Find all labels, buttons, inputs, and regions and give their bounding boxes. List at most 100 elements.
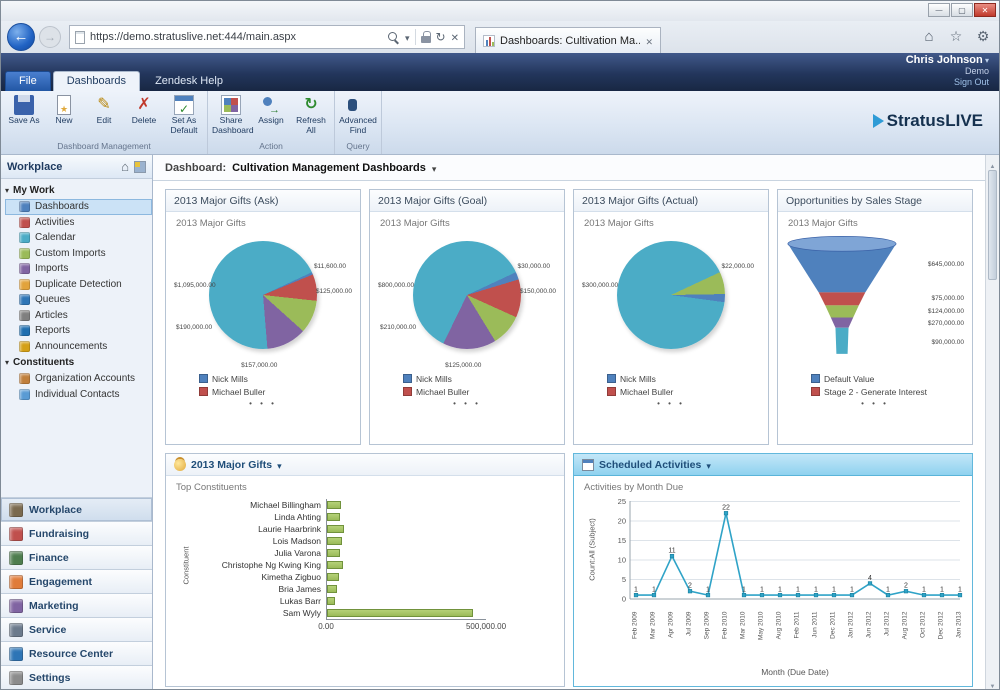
bar[interactable] <box>327 585 338 593</box>
back-button[interactable] <box>7 23 35 51</box>
bar-row: Christophe Ng Kwing King <box>186 559 558 571</box>
sidebar-item-label: Organization Accounts <box>35 373 136 385</box>
sidebar-item-reports[interactable]: Reports <box>5 323 152 339</box>
legend-item: Nick Mills <box>403 372 531 385</box>
sidebar-item-imports[interactable]: Imports <box>5 261 152 277</box>
pie-chart[interactable] <box>209 241 317 349</box>
tools-gear-icon[interactable] <box>975 28 991 45</box>
scrollbar-track[interactable] <box>986 281 999 675</box>
save-as-button[interactable]: Save As <box>4 93 44 128</box>
bar[interactable] <box>327 525 344 533</box>
share-dashboard-button[interactable]: Share Dashboard <box>211 93 254 138</box>
window-close-button[interactable] <box>974 3 996 17</box>
chevron-down-icon[interactable] <box>405 28 410 46</box>
card-title: Opportunities by Sales Stage <box>786 194 922 207</box>
sidebar-item-organization-accounts[interactable]: Organization Accounts <box>5 371 152 387</box>
funnel-chart-area[interactable]: $645,000.00 $75,000.00 $124,000.00 $270,000… <box>784 229 966 369</box>
sidebar-item-announcements[interactable]: Announcements <box>5 339 152 355</box>
card-header: 2013 Major Gifts (Actual) <box>574 190 768 212</box>
card-header-dropdown[interactable]: Scheduled Activities <box>574 454 972 476</box>
card-title: Scheduled Activities <box>599 458 702 471</box>
nav-item-workplace[interactable]: Workplace <box>1 497 152 521</box>
bar-chart-area[interactable]: Constituent Michael Billingham Linda Ahti… <box>182 499 558 632</box>
ribbon-tab-dashboards[interactable]: Dashboards <box>52 71 141 91</box>
forward-button[interactable] <box>39 26 61 48</box>
nav-item-label: Engagement <box>29 575 93 588</box>
sign-out-link[interactable]: Sign Out <box>906 77 989 88</box>
user-menu[interactable]: Chris Johnson <box>906 54 989 66</box>
line-chart[interactable]: 05101520251 11121221 1 1 1 1 1 14121 1 1 <box>604 495 964 607</box>
nav-item-engagement[interactable]: Engagement <box>1 569 152 593</box>
new-button[interactable]: New <box>44 93 84 128</box>
vertical-scrollbar[interactable] <box>985 155 999 689</box>
bar[interactable] <box>327 513 340 521</box>
scrollbar-thumb[interactable] <box>988 170 997 280</box>
bar[interactable] <box>327 561 343 569</box>
bar[interactable] <box>327 537 342 545</box>
refresh-all-button[interactable]: Refresh All <box>291 93 331 138</box>
ribbon-tab-zendesk-help[interactable]: Zendesk Help <box>142 72 236 91</box>
pie-chart[interactable] <box>617 241 725 349</box>
svg-text:1: 1 <box>652 587 656 594</box>
bar[interactable] <box>327 549 341 557</box>
bar[interactable] <box>327 609 473 617</box>
pie-data-label: $210,000.00 <box>380 324 417 332</box>
scroll-up-arrow[interactable] <box>986 155 999 169</box>
dashboard-layout-icon[interactable] <box>134 160 146 173</box>
stop-icon[interactable] <box>451 28 459 46</box>
search-icon[interactable] <box>387 31 400 44</box>
bar[interactable] <box>327 597 336 605</box>
bar[interactable] <box>327 501 342 509</box>
tab-close-icon[interactable] <box>645 32 653 50</box>
nav-item-resource-center[interactable]: Resource Center <box>1 641 152 665</box>
dashboard-selector[interactable]: Dashboard: Cultivation Management Dashbo… <box>153 155 985 181</box>
set-as-default-button[interactable]: Set As Default <box>164 93 204 138</box>
sidebar-item-articles[interactable]: Articles <box>5 308 152 324</box>
nav-item-finance[interactable]: Finance <box>1 545 152 569</box>
chart-legend: Nick Mills Michael Buller • • • <box>580 372 762 408</box>
sidebar-item-queues[interactable]: Queues <box>5 292 152 308</box>
sidebar-item-duplicate-detection[interactable]: Duplicate Detection <box>5 277 152 293</box>
home-icon[interactable] <box>921 28 937 45</box>
sidebar-item-calendar[interactable]: Calendar <box>5 230 152 246</box>
tree-section-my-work[interactable]: My Work <box>5 182 152 199</box>
ribbon-tab-file[interactable]: File <box>5 71 51 91</box>
favorites-star-icon[interactable] <box>948 28 964 45</box>
legend-more-dots[interactable]: • • • <box>861 399 889 408</box>
legend-more-dots[interactable]: • • • <box>453 399 481 408</box>
line-chart-area[interactable]: Count:All (Subject) 0 5 10 15 20 25 1 1 11 2 1 22 1 1… <box>588 495 966 667</box>
sidebar-item-activities[interactable]: Activities <box>5 215 152 231</box>
nav-item-settings[interactable]: Settings <box>1 665 152 689</box>
bar-category-label: Bria James <box>278 584 321 594</box>
refresh-icon[interactable] <box>436 28 446 46</box>
nav-item-fundraising[interactable]: Fundraising <box>1 521 152 545</box>
legend-more-dots[interactable]: • • • <box>657 399 685 408</box>
advanced-find-button[interactable]: Advanced Find <box>338 93 378 138</box>
pie-data-label: $125,000.00 <box>315 287 352 295</box>
sidebar-item-custom-imports[interactable]: Custom Imports <box>5 246 152 262</box>
assign-button[interactable]: Assign <box>251 93 291 128</box>
window-maximize-button[interactable] <box>951 3 973 17</box>
sidebar-item-dashboards[interactable]: Dashboards <box>5 199 152 215</box>
pie-chart[interactable] <box>413 241 521 349</box>
ribbon-button-label: Edit <box>96 115 112 125</box>
address-bar[interactable]: https://demo.stratuslive.net:444/main.as… <box>69 25 465 49</box>
funnel-chart[interactable] <box>786 233 898 361</box>
bar[interactable] <box>327 573 340 581</box>
nav-item-service[interactable]: Service <box>1 617 152 641</box>
nav-item-marketing[interactable]: Marketing <box>1 593 152 617</box>
svg-text:1: 1 <box>742 587 746 594</box>
tree-section-constituents[interactable]: Constituents <box>5 354 152 371</box>
home-icon[interactable] <box>121 158 129 176</box>
ribbon-group-label: Query <box>346 141 370 151</box>
scroll-down-arrow[interactable] <box>986 675 999 689</box>
delete-button[interactable]: Delete <box>124 93 164 128</box>
browser-tab[interactable]: Dashboards: Cultivation Ma... <box>475 26 661 54</box>
window-titlebar[interactable] <box>1 1 999 21</box>
edit-button[interactable]: Edit <box>84 93 124 128</box>
legend-more-dots[interactable]: • • • <box>249 399 277 408</box>
sidebar-item-individual-contacts[interactable]: Individual Contacts <box>5 387 152 403</box>
chevron-down-icon <box>706 456 711 474</box>
window-minimize-button[interactable] <box>928 3 950 17</box>
card-header-dropdown[interactable]: 2013 Major Gifts <box>166 454 564 476</box>
